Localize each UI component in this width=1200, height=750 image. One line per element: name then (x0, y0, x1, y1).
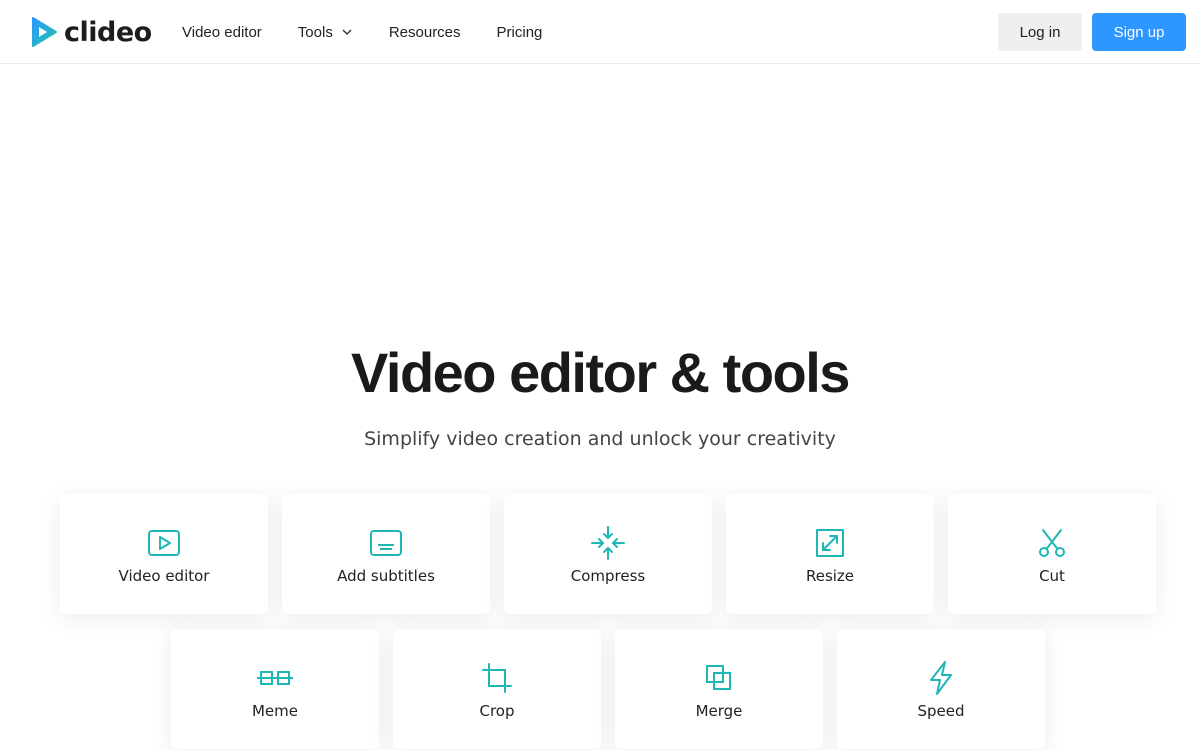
tool-label: Compress (570, 567, 646, 585)
tool-label: Merge (695, 702, 743, 720)
page-subtitle: Simplify video creation and unlock your … (364, 428, 836, 450)
tool-card-speed[interactable]: Speed (837, 629, 1045, 749)
tool-card-merge[interactable]: Merge (615, 629, 823, 749)
tool-card-meme[interactable]: Meme (171, 629, 379, 749)
tool-card-crop[interactable]: Crop (393, 629, 601, 749)
tool-label: Cut (1039, 567, 1065, 585)
tool-card-compress[interactable]: Compress (504, 494, 712, 614)
tool-card-resize[interactable]: Resize (726, 494, 934, 614)
tool-card-video-editor[interactable]: Video editor (60, 494, 268, 614)
main-nav: Video editor Tools Resources Pricing (182, 0, 578, 64)
nav-label: Video editor (182, 23, 262, 41)
nav-label: Tools (297, 23, 333, 41)
site-header: clideo Video editor Tools Resources Pric… (0, 0, 1200, 64)
nav-pricing[interactable]: Pricing (497, 24, 543, 41)
play-icon (148, 530, 180, 556)
compress-icon (591, 526, 625, 560)
resize-icon (816, 529, 844, 557)
scissors-icon (1039, 529, 1065, 557)
nav-label: Resources (388, 23, 461, 41)
nav-resources[interactable]: Resources (389, 24, 461, 41)
tool-card-cut[interactable]: Cut (948, 494, 1156, 614)
tool-card-add-subtitles[interactable]: Add subtitles (282, 494, 490, 614)
tool-label: Video editor (118, 567, 210, 585)
nav-tools[interactable]: Tools (298, 24, 353, 41)
nav-label: Pricing (496, 23, 543, 41)
merge-icon (706, 665, 731, 690)
lightning-icon (930, 661, 952, 695)
nav-video-editor[interactable]: Video editor (182, 24, 262, 41)
tool-label: Meme (251, 702, 298, 720)
login-button[interactable]: Log in (998, 13, 1082, 51)
clideo-logo[interactable]: clideo (30, 15, 152, 49)
crop-icon (482, 663, 512, 693)
tool-label: Speed (917, 702, 965, 720)
brand-name: clideo (64, 16, 152, 48)
tool-label: Add subtitles (337, 567, 435, 585)
subtitles-icon (370, 530, 402, 556)
chevron-down-icon (342, 29, 352, 35)
logo-play-icon (32, 17, 57, 47)
tool-label: Resize (805, 567, 855, 585)
page-title: Video editor & tools (351, 341, 850, 404)
signup-button[interactable]: Sign up (1092, 13, 1186, 51)
tool-label: Crop (479, 702, 515, 720)
meme-icon (257, 671, 293, 685)
